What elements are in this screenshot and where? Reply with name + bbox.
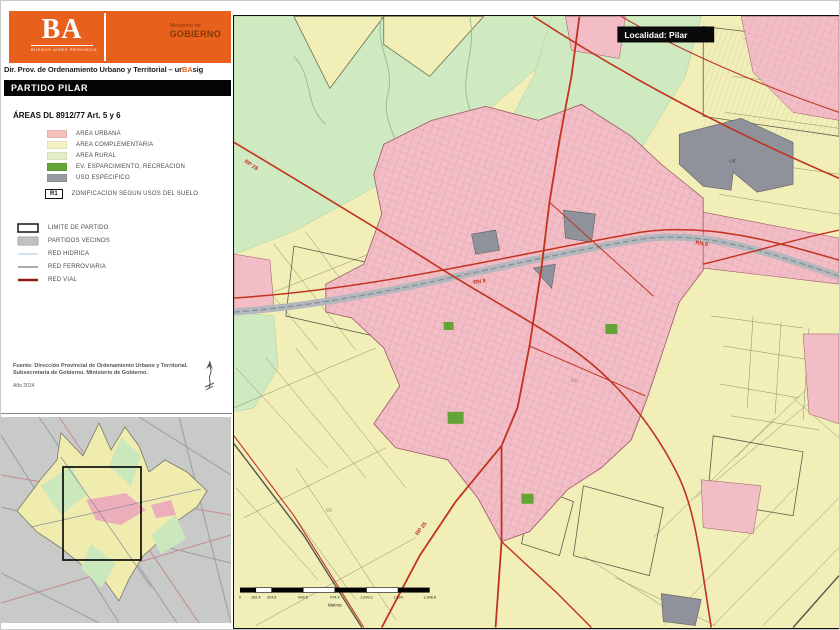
inset-map-canvas (1, 416, 232, 624)
zone-label-ue: UE (729, 158, 737, 164)
ministry-label: Ministerio de GOBIERNO (169, 23, 221, 39)
svg-text:974.4: 974.4 (330, 596, 339, 600)
legend-item-vecinos: PARTIDOS VECINOS (17, 234, 225, 247)
red-vial-swatch (18, 278, 38, 281)
legend-item-area-rural: AREA RURAL (47, 150, 225, 161)
zoning-code-sample: R1 (45, 189, 63, 199)
legend-item-area-urbana: AREA URBANA (47, 128, 225, 139)
area-rural-swatch (47, 151, 67, 160)
legend-lines-group: LIMITE DE PARTIDO PARTIDOS VECINOS RED H… (13, 221, 225, 286)
sidebar-divider (1, 413, 232, 414)
zone-label-cc-b: CC (571, 378, 578, 383)
legend-item-limite: LIMITE DE PARTIDO (17, 221, 225, 234)
legend-item-hidrica: RED HIDRICA (17, 247, 225, 260)
ba-logo: BA BUENOS AIRES PROVINCIA (31, 14, 98, 59)
limite-partido-swatch (17, 222, 39, 233)
legend-item-uso-especifico: USO ESPECIFICO (47, 172, 225, 183)
inset-overview-map (1, 416, 232, 624)
north-arrow-icon (204, 360, 215, 391)
locality-bar: Localidad: Pilar (617, 26, 715, 43)
header-divider (104, 13, 106, 61)
svg-text:0: 0 (239, 596, 241, 600)
zone-label-cc-a: CC (326, 508, 333, 513)
urbasig-brand: BA (181, 65, 193, 74)
locality-label: Localidad: Pilar (624, 30, 688, 40)
source-date: Año 2014 (13, 383, 35, 389)
red-hidrica-swatch (18, 253, 38, 254)
svg-text:162.4: 162.4 (251, 596, 260, 600)
area-complementaria-swatch (47, 140, 67, 149)
legend-item-zonificacion: R1 ZONIFICACION SEGUN USOS DEL SUELO (45, 189, 225, 199)
sidebar: BA BUENOS AIRES PROVINCIA Ministerio de … (1, 1, 233, 629)
svg-text:1,948.8: 1,948.8 (423, 596, 436, 600)
partidos-vecinos-swatch (17, 236, 39, 245)
red-ferroviaria-swatch (18, 265, 38, 268)
esparcimiento-swatch (47, 162, 67, 171)
map-sheet: BA BUENOS AIRES PROVINCIA Ministerio de … (0, 0, 840, 630)
direction-title: Dir. Prov. de Ordenamiento Urbano y Terr… (4, 65, 204, 74)
legend-item-area-complementaria: AREA COMPLEMENTARIA (47, 139, 225, 150)
ba-logo-caption: BUENOS AIRES PROVINCIA (31, 45, 98, 52)
province-header: BA BUENOS AIRES PROVINCIA Ministerio de … (9, 11, 231, 63)
legend-areas-title: ÁREAS DL 8912/77 Art. 5 y 6 (13, 111, 121, 120)
scale-unit: Metros (328, 603, 342, 608)
main-map: RN 8 RN 8 RP 25 RP 28 UE CC CC Localidad… (233, 15, 839, 629)
source-note: Fuente: Dirección Provincial de Ordenami… (13, 363, 198, 389)
uso-especifico-swatch (47, 173, 67, 182)
legend: ÁREAS DL 8912/77 Art. 5 y 6 AREA URBANA … (13, 111, 225, 286)
svg-text:324.8: 324.8 (267, 596, 276, 600)
legend-item-ferroviaria: RED FERROVIARIA (17, 260, 225, 273)
svg-text:649.5: 649.5 (298, 596, 307, 600)
legend-item-esparcimiento: EV. ESPARCIMIENTO, RECREACION (47, 161, 225, 172)
ba-logo-text: BA (41, 14, 83, 45)
map-canvas: RN 8 RN 8 RP 25 RP 28 UE CC CC Localidad… (233, 15, 839, 628)
svg-text:1,624: 1,624 (393, 596, 402, 600)
svg-text:1,299.2: 1,299.2 (360, 596, 373, 600)
legend-item-vial: RED VIAL (17, 273, 225, 286)
partido-title-bar: PARTIDO PILAR (4, 80, 231, 96)
area-urbana-swatch (47, 129, 67, 138)
